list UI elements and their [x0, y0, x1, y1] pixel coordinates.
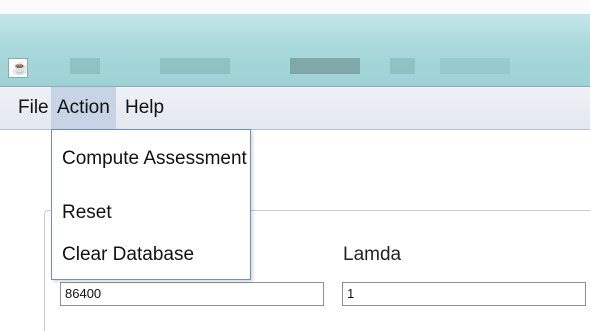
java-coffee-icon[interactable]: ☕ [8, 58, 28, 78]
titlebar-decoration [390, 58, 415, 74]
menu-bar: File Action Help [0, 87, 590, 130]
action-dropdown-menu: Compute Assessment Reset Clear Database [51, 129, 251, 280]
titlebar-decoration [160, 58, 230, 74]
titlebar-decoration [440, 58, 510, 74]
menu-item-compute-assessment[interactable]: Compute Assessment [62, 148, 247, 170]
clipped-window-strip [0, 0, 590, 14]
seconds-field[interactable]: 86400 [60, 282, 324, 306]
titlebar-decoration [70, 58, 100, 74]
menu-file[interactable]: File [12, 87, 55, 129]
lamda-label: Lamda [343, 244, 402, 265]
menu-help[interactable]: Help [119, 87, 170, 129]
titlebar-decoration [290, 58, 360, 74]
lamda-field[interactable]: 1 [342, 282, 586, 306]
menu-item-clear-database[interactable]: Clear Database [62, 244, 194, 266]
title-bar: ☕ [0, 14, 590, 87]
menu-item-reset[interactable]: Reset [62, 202, 112, 224]
menu-action[interactable]: Action [51, 87, 116, 129]
